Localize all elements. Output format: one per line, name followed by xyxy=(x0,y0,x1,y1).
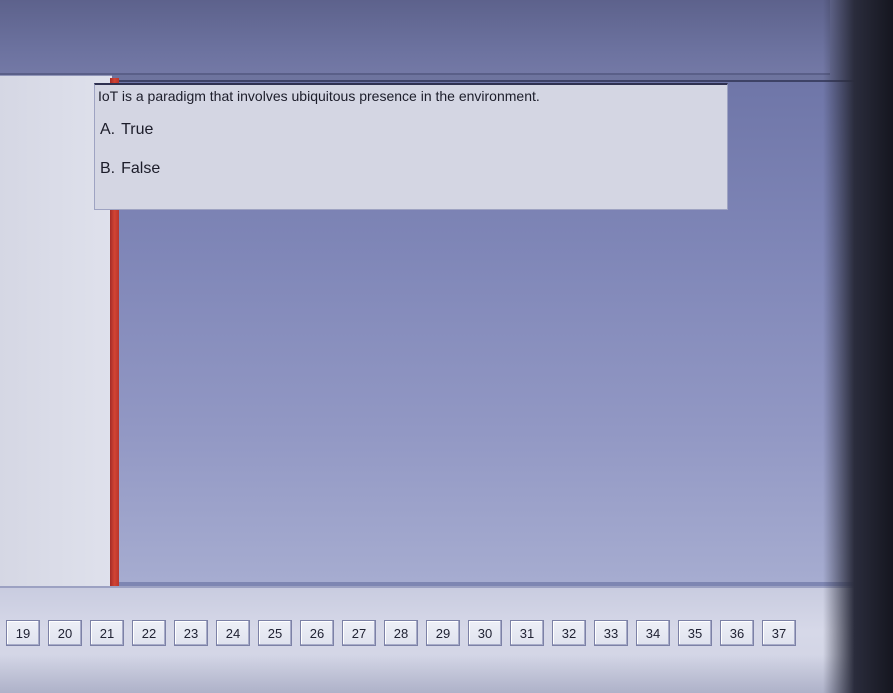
question-nav: 19 20 21 22 23 24 25 26 27 28 29 30 31 3… xyxy=(6,620,796,646)
option-b[interactable]: B. False xyxy=(100,160,160,178)
question-nav-button[interactable]: 36 xyxy=(720,620,754,646)
top-strip-edge xyxy=(0,73,830,75)
question-nav-button[interactable]: 28 xyxy=(384,620,418,646)
question-nav-button[interactable]: 33 xyxy=(594,620,628,646)
window-top-strip xyxy=(0,0,830,75)
question-nav-button[interactable]: 21 xyxy=(90,620,124,646)
question-nav-button[interactable]: 30 xyxy=(468,620,502,646)
question-text: IoT is a paradigm that involves ubiquito… xyxy=(98,88,540,104)
question-nav-button[interactable]: 25 xyxy=(258,620,292,646)
question-nav-button[interactable]: 31 xyxy=(510,620,544,646)
question-nav-button[interactable]: 23 xyxy=(174,620,208,646)
question-box: IoT is a paradigm that involves ubiquito… xyxy=(94,83,728,210)
option-a-label: True xyxy=(121,121,154,138)
question-nav-button[interactable]: 37 xyxy=(762,620,796,646)
nav-bar-shade xyxy=(0,655,860,693)
monitor-bezel xyxy=(823,0,893,693)
question-nav-button[interactable]: 20 xyxy=(48,620,82,646)
question-nav-button[interactable]: 22 xyxy=(132,620,166,646)
question-nav-button[interactable]: 29 xyxy=(426,620,460,646)
question-nav-button[interactable]: 35 xyxy=(678,620,712,646)
question-nav-button[interactable]: 19 xyxy=(6,620,40,646)
question-nav-button[interactable]: 27 xyxy=(342,620,376,646)
question-nav-button[interactable]: 24 xyxy=(216,620,250,646)
question-nav-button[interactable]: 32 xyxy=(552,620,586,646)
option-a[interactable]: A. True xyxy=(100,121,153,139)
option-a-letter: A. xyxy=(100,121,116,138)
question-nav-button[interactable]: 34 xyxy=(636,620,670,646)
option-b-letter: B. xyxy=(100,160,116,177)
question-nav-button[interactable]: 26 xyxy=(300,620,334,646)
option-b-label: False xyxy=(121,160,161,177)
